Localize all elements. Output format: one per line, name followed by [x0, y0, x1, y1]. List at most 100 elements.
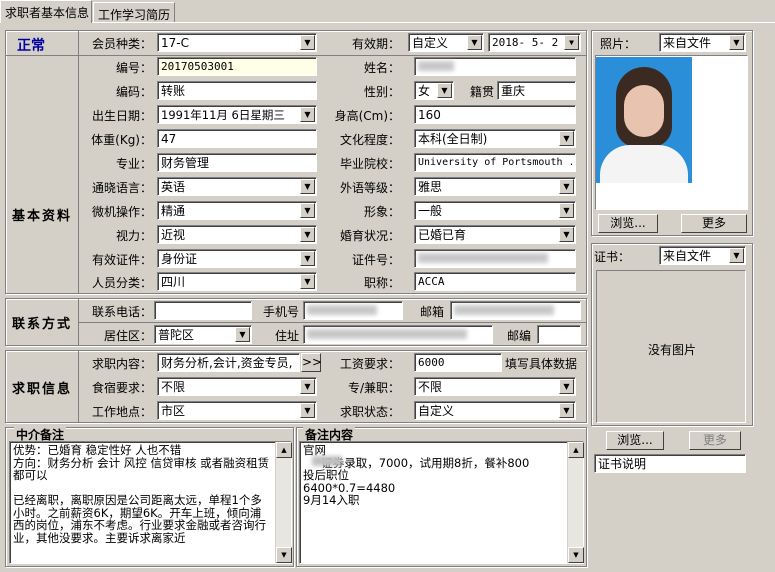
- cert-description-input[interactable]: 证书说明: [594, 454, 746, 473]
- phone-input[interactable]: [154, 301, 252, 320]
- photo-more-button[interactable]: 更多: [681, 214, 747, 233]
- code-label: 编码：: [115, 85, 152, 99]
- job-wanted-input[interactable]: 财务分析,会计,资金专员,: [157, 353, 300, 372]
- certificate-image-box[interactable]: 没有图片: [596, 270, 746, 423]
- chevron-down-icon[interactable]: ▼: [467, 35, 482, 50]
- validity-date-picker[interactable]: 2018- 5- 2 ▼: [488, 33, 581, 52]
- chevron-down-icon[interactable]: ▼: [437, 83, 452, 98]
- native-input[interactable]: 重庆: [497, 81, 576, 100]
- id-type-select[interactable]: 身份证 ▼: [157, 249, 317, 268]
- title-label: 职称：: [363, 276, 400, 290]
- postcode-input[interactable]: [537, 325, 581, 344]
- id-number-label: 证件号：: [351, 253, 400, 267]
- chevron-down-icon[interactable]: ▼: [300, 203, 315, 218]
- mobile-label: 手机号: [262, 305, 299, 319]
- scroll-up-icon[interactable]: ▲: [276, 442, 292, 458]
- chevron-down-icon[interactable]: ▼: [559, 403, 574, 418]
- cert-source-select[interactable]: 来自文件 ▼: [659, 246, 746, 265]
- computer-select[interactable]: 精通 ▼: [157, 201, 317, 220]
- parttime-label: 专/兼职：: [347, 381, 400, 395]
- chevron-down-icon[interactable]: ▼: [300, 274, 315, 289]
- language-select[interactable]: 英语 ▼: [157, 177, 317, 196]
- number-label: 编号：: [115, 61, 152, 75]
- image-label: 形象：: [363, 205, 400, 219]
- expand-button[interactable]: >>: [301, 353, 322, 372]
- scroll-down-icon[interactable]: ▼: [568, 547, 584, 563]
- chevron-down-icon[interactable]: ▼: [300, 35, 315, 50]
- scroll-up-icon[interactable]: ▲: [568, 442, 584, 458]
- id-number-input[interactable]: [414, 249, 576, 268]
- chevron-down-icon[interactable]: ▼: [564, 35, 579, 50]
- chevron-down-icon[interactable]: ▼: [300, 251, 315, 266]
- parttime-select[interactable]: 不限 ▼: [414, 377, 576, 396]
- job-status-select[interactable]: 自定义 ▼: [414, 401, 576, 420]
- height-input[interactable]: 160: [414, 105, 576, 124]
- validity-label: 有效期：: [351, 37, 400, 51]
- certificate-label: 证书：: [594, 250, 631, 264]
- major-input[interactable]: 财务管理: [157, 153, 317, 172]
- birth-date-picker[interactable]: 1991年11月 6日星期三 ▼: [157, 105, 317, 124]
- cert-browse-button[interactable]: 浏览...: [606, 431, 664, 450]
- school-label: 毕业院校：: [339, 157, 400, 171]
- category-select[interactable]: 四川 ▼: [157, 272, 317, 291]
- status-label: 正常: [17, 38, 45, 54]
- education-select[interactable]: 本科(全日制) ▼: [414, 129, 576, 148]
- tab-basic-info[interactable]: 求职者基本信息: [0, 0, 92, 23]
- photo-browse-button[interactable]: 浏览...: [598, 214, 658, 233]
- marital-select[interactable]: 已婚已育 ▼: [414, 225, 576, 244]
- marital-label: 婚育状况：: [339, 229, 400, 243]
- chevron-down-icon[interactable]: ▼: [300, 379, 315, 394]
- chevron-down-icon[interactable]: ▼: [729, 35, 744, 50]
- email-input[interactable]: [450, 301, 581, 320]
- category-label: 人员分类：: [91, 276, 152, 290]
- chevron-down-icon[interactable]: ▼: [729, 248, 744, 263]
- number-input[interactable]: 20170503001: [157, 57, 317, 76]
- birth-label: 出生日期：: [91, 109, 152, 123]
- title-input[interactable]: ACCA: [414, 272, 576, 291]
- gender-select[interactable]: 女 ▼: [414, 81, 454, 100]
- chevron-down-icon[interactable]: ▼: [300, 227, 315, 242]
- name-input[interactable]: [414, 57, 576, 76]
- district-select[interactable]: 普陀区 ▼: [154, 325, 252, 344]
- agent-notes-scrollbar[interactable]: ▲ ▼: [275, 442, 292, 563]
- chevron-down-icon[interactable]: ▼: [559, 379, 574, 394]
- code-input[interactable]: 转账: [157, 81, 317, 100]
- mobile-input[interactable]: [303, 301, 403, 320]
- photo-shirt: [600, 145, 688, 183]
- salary-input[interactable]: 6000: [414, 353, 502, 372]
- salary-hint: 填写具体数据: [505, 357, 578, 371]
- name-label: 姓名：: [363, 61, 400, 75]
- photo-box[interactable]: [595, 55, 748, 210]
- address-input[interactable]: [303, 325, 493, 344]
- chevron-down-icon[interactable]: ▼: [300, 107, 315, 122]
- school-input[interactable]: University of Portsmouth .: [414, 153, 576, 172]
- photo-label: 照片：: [600, 37, 637, 51]
- gender-label: 性别：: [363, 85, 400, 99]
- chevron-down-icon[interactable]: ▼: [559, 227, 574, 242]
- member-type-select[interactable]: 17-C ▼: [157, 33, 317, 52]
- education-label: 文化程度：: [339, 133, 400, 147]
- row-divider: [5, 55, 587, 56]
- remarks-scrollbar[interactable]: ▲ ▼: [567, 442, 584, 563]
- chevron-down-icon[interactable]: ▼: [300, 179, 315, 194]
- image-select[interactable]: 一般 ▼: [414, 201, 576, 220]
- foreign-level-select[interactable]: 雅思 ▼: [414, 177, 576, 196]
- tab-work-history[interactable]: 工作学习简历: [93, 2, 175, 22]
- weight-input[interactable]: 47: [157, 129, 317, 148]
- lodging-select[interactable]: 不限 ▼: [157, 377, 317, 396]
- col-divider: [78, 30, 79, 294]
- agent-notes-textarea[interactable]: 优势：已婚育 稳定性好 人也不错 方向：财务分析 会计 风控 信贷审核 或者融资…: [9, 441, 292, 564]
- chevron-down-icon[interactable]: ▼: [559, 203, 574, 218]
- native-label: 籍贯: [469, 85, 494, 99]
- chevron-down-icon[interactable]: ▼: [235, 327, 250, 342]
- chevron-down-icon[interactable]: ▼: [559, 131, 574, 146]
- foreign-level-label: 外语等级：: [339, 181, 400, 195]
- height-label: 身高(Cm)：: [334, 109, 400, 123]
- location-select[interactable]: 市区 ▼: [157, 401, 317, 420]
- validity-mode-select[interactable]: 自定义 ▼: [408, 33, 484, 52]
- photo-source-select[interactable]: 来自文件 ▼: [659, 33, 746, 52]
- chevron-down-icon[interactable]: ▼: [300, 403, 315, 418]
- scroll-down-icon[interactable]: ▼: [276, 547, 292, 563]
- vision-select[interactable]: 近视 ▼: [157, 225, 317, 244]
- chevron-down-icon[interactable]: ▼: [559, 179, 574, 194]
